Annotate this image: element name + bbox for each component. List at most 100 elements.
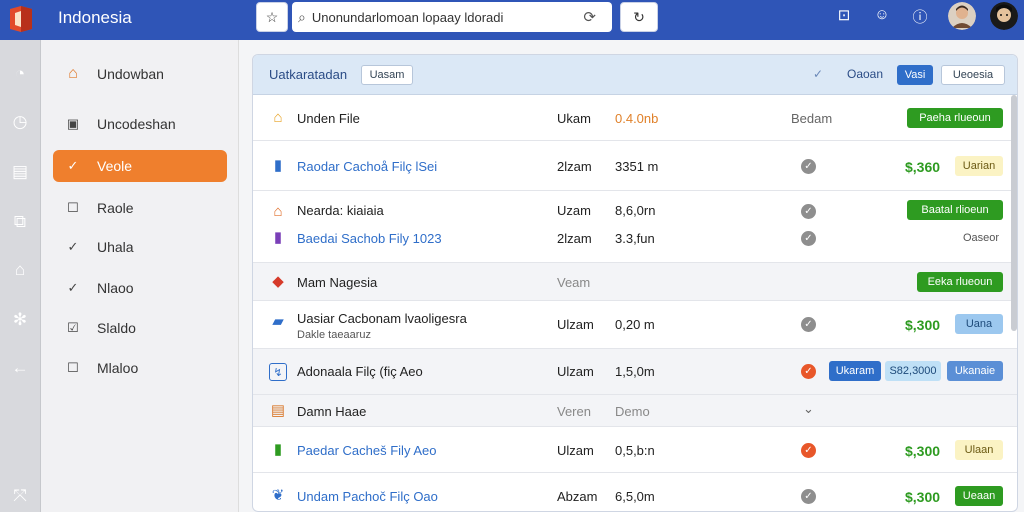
file-name: Raodar Cachoå Filç lSei xyxy=(297,159,438,174)
diamond-icon: ◆ xyxy=(272,273,284,290)
inbox-icon[interactable]: ⊡ xyxy=(834,6,854,24)
file-name: Paedar Cacheš Fily Aeo xyxy=(297,443,437,458)
file-size: 0,5,b:n xyxy=(615,443,655,458)
file-size: Demo xyxy=(615,404,650,419)
app-logo-icon xyxy=(10,6,32,32)
status-check-icon: ✓ xyxy=(801,443,816,458)
icon-rail: ◔ ◷ ▤ ⧉ ⌂ ✻ ← ⤧ xyxy=(0,40,41,512)
panel-header: Uatkaratadan Uasam ✓ Oaoan Vasi Ueoesia xyxy=(253,55,1017,95)
user-avatar[interactable] xyxy=(948,2,976,30)
home-file-icon: ⌂ xyxy=(273,109,283,126)
file-list-panel: Uatkaratadan Uasam ✓ Oaoan Vasi Ueoesia … xyxy=(252,54,1018,512)
search-icon: ⌕ xyxy=(298,8,306,25)
action-button[interactable]: Ukaram xyxy=(829,361,881,381)
price-button[interactable]: S82,3000 xyxy=(885,361,941,381)
file-owner: Veam xyxy=(557,275,591,290)
checkbox-icon: ☐ xyxy=(67,360,79,375)
table-row[interactable]: ⌂ Unden File Ukam 0.4.0nb Bedam Paeha rl… xyxy=(253,95,1017,141)
nav-item-uhala[interactable]: ✓ Uhala xyxy=(53,231,227,263)
table-row[interactable]: ◆ Mam Nagesia Veam Eeka rlueoun xyxy=(253,263,1017,301)
table-row-group[interactable]: ⌂ Nearda: kiaiaia Uzam 8,6,0rn ✓ Baatal … xyxy=(253,191,1017,263)
scrollbar[interactable] xyxy=(1011,95,1017,331)
file-subtitle: Dakle taeaaruz xyxy=(297,329,371,341)
folder-icon: ▰ xyxy=(272,313,284,330)
file-price: $,300 xyxy=(905,317,941,333)
table-row[interactable]: ▮ Raodar Cachoå Filç lSei 2lzam 3351 m ✓… xyxy=(253,141,1017,191)
file-owner: Uzam xyxy=(557,203,591,218)
file-name: Mam Nagesia xyxy=(297,275,378,290)
settings-icon[interactable]: ✻ xyxy=(8,308,32,332)
chevron-down-icon[interactable]: ⌄ xyxy=(803,401,814,417)
reload-button[interactable]: ↻ xyxy=(620,2,658,32)
top-bar: Indonesia ☆ ⌕ ⟳ ↻ ⊡ ☺ ⓘ xyxy=(0,0,1024,40)
table-row[interactable]: ▰ Uasiar Cacbonam lvaoligesra Dakle taea… xyxy=(253,301,1017,349)
header-option-button[interactable]: Ueoesia xyxy=(941,65,1005,85)
nav-item-label: Raole xyxy=(97,200,134,216)
option-button[interactable]: Ukanaie xyxy=(947,361,1003,381)
nav-item-raole[interactable]: ☐ Raole xyxy=(53,192,227,224)
favorite-button[interactable]: ☆ xyxy=(256,2,288,32)
search-input[interactable] xyxy=(311,9,562,25)
layout-icon[interactable]: ▤ xyxy=(8,160,32,184)
file-icon: ▮ xyxy=(273,441,283,458)
table-row[interactable]: ❦ Undam Pachoč Filç Oao Abzam 6,5,0m ✓ $… xyxy=(253,473,1017,511)
action-button[interactable]: Paeha rlueoun xyxy=(907,108,1003,128)
nav-item-uncodeshan[interactable]: ▣ Uncodeshan xyxy=(53,108,227,140)
status-check-icon: ✓ xyxy=(801,317,816,332)
nav-item-nlaoo[interactable]: ✓ Nlaoo xyxy=(53,272,227,304)
nav-item-veole[interactable]: ✓ Veole xyxy=(53,150,227,182)
dashboard-icon[interactable]: ◔ xyxy=(8,62,32,86)
panel-title: Uatkaratadan xyxy=(269,67,348,82)
file-name: Uasiar Cacbonam lvaoligesra xyxy=(297,311,467,326)
file-owner: Ulzam xyxy=(557,443,594,458)
table-row[interactable]: ▮ Paedar Cacheš Fily Aeo Ulzam 0,5,b:n ✓… xyxy=(253,427,1017,473)
search-bar[interactable]: ⌕ ⟳ xyxy=(292,2,612,32)
home-rail-icon[interactable]: ⌂ xyxy=(8,258,32,282)
checkbox-icon: ☑ xyxy=(67,320,79,335)
nav-item-label: Mlaloo xyxy=(97,360,139,376)
clock-icon[interactable]: ◷ xyxy=(8,110,32,134)
status-check-icon: ✓ xyxy=(801,159,816,174)
home-icon: ⌂ xyxy=(68,65,78,82)
refresh-search-icon[interactable]: ⟳ xyxy=(583,8,596,26)
nav-item-label: Veole xyxy=(97,158,133,174)
back-arrow-icon[interactable]: ← xyxy=(8,356,32,380)
nav-item-slaldo[interactable]: ☑ Slaldo xyxy=(53,312,227,344)
file-price: $,300 xyxy=(905,489,941,505)
upload-file-icon: ↯ xyxy=(269,363,287,381)
action-button[interactable]: Eeka rlueoun xyxy=(917,272,1003,292)
file-size: 3351 m xyxy=(615,159,659,174)
file-extra: Bedam xyxy=(791,111,833,126)
nav-item-label: Nlaoo xyxy=(97,280,134,296)
table-row[interactable]: ↯ Adonaala Filç (fiç Aeo Ulzam 1,5,0m ✓ … xyxy=(253,349,1017,395)
file-size: 6,5,0m xyxy=(615,489,655,504)
nav-item-mlaloo[interactable]: ☐ Mlaloo xyxy=(53,352,227,384)
reload-icon: ↻ xyxy=(633,8,645,25)
action-button[interactable]: Baatal rlioeun xyxy=(907,200,1003,220)
file-name: Undam Pachoč Filç Oao xyxy=(297,489,438,504)
user-avatar-2[interactable] xyxy=(990,2,1018,30)
status-badge: Ulaan xyxy=(955,440,1003,460)
file-size: 3.3,fun xyxy=(615,231,655,246)
checkbox-icon: ☐ xyxy=(67,200,79,215)
expand-icon[interactable]: ⤧ xyxy=(8,484,32,508)
file-size: 0.4.0nb xyxy=(615,111,659,126)
file-size: 0,20 m xyxy=(615,317,655,332)
file-owner: Abzam xyxy=(557,489,598,504)
folder-icon[interactable]: ⧉ xyxy=(8,210,32,234)
nav-item-label: Uhala xyxy=(97,239,134,255)
file-price: $,300 xyxy=(905,443,941,459)
emoji-icon[interactable]: ☺ xyxy=(872,6,892,23)
header-view-button[interactable]: Vasi xyxy=(897,65,933,85)
file-name: Damn Haae xyxy=(297,404,367,419)
table-row[interactable]: ▤ Damn Haae Veren Demo ⌄ xyxy=(253,395,1017,427)
file-extra: Oaseor xyxy=(963,232,1000,244)
status-badge: Ueaan xyxy=(955,486,1003,506)
image-file-icon: ▤ xyxy=(270,402,286,419)
status-check-icon: ✓ xyxy=(801,489,816,504)
status-badge: Uarian xyxy=(955,156,1003,176)
nav-item-undowban[interactable]: ⌂ Undowban xyxy=(53,58,227,90)
star-icon: ☆ xyxy=(265,8,279,25)
info-icon[interactable]: ⓘ xyxy=(910,6,930,27)
file-size: 8,6,0rn xyxy=(615,203,656,218)
